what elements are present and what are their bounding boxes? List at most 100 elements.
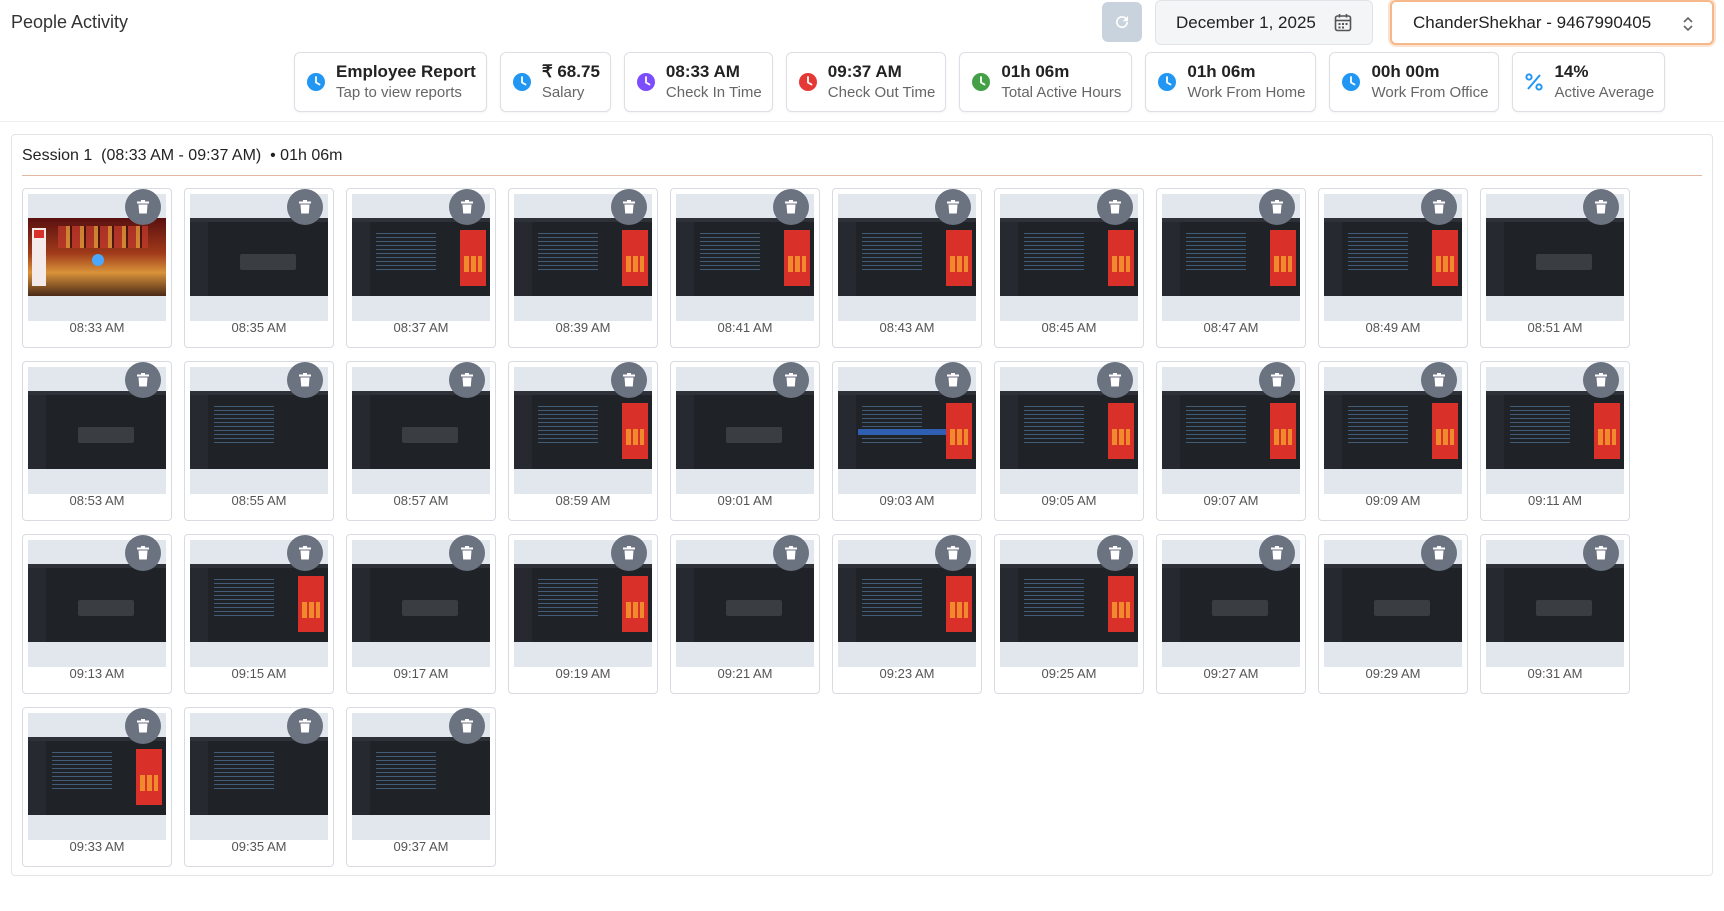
delete-screenshot-button[interactable] <box>773 362 809 398</box>
date-picker-button[interactable]: December 1, 2025 <box>1155 0 1373 45</box>
delete-screenshot-button[interactable] <box>611 362 647 398</box>
screenshot-image[interactable] <box>1324 564 1462 642</box>
screenshot-thumbnail[interactable]: 09:15 AM <box>184 534 334 694</box>
delete-screenshot-button[interactable] <box>287 189 323 225</box>
screenshot-image[interactable] <box>190 564 328 642</box>
screenshot-image[interactable] <box>1324 391 1462 469</box>
screenshot-thumbnail[interactable]: 09:11 AM <box>1480 361 1630 521</box>
delete-screenshot-button[interactable] <box>1583 362 1619 398</box>
delete-screenshot-button[interactable] <box>1583 189 1619 225</box>
screenshot-image[interactable] <box>1486 391 1624 469</box>
screenshot-image[interactable] <box>514 564 652 642</box>
screenshot-image[interactable] <box>838 218 976 296</box>
screenshot-image[interactable] <box>352 218 490 296</box>
delete-screenshot-button[interactable] <box>935 535 971 571</box>
screenshot-thumbnail[interactable]: 09:29 AM <box>1318 534 1468 694</box>
delete-screenshot-button[interactable] <box>935 189 971 225</box>
screenshot-thumbnail[interactable]: 08:41 AM <box>670 188 820 348</box>
screenshot-thumbnail[interactable]: 08:49 AM <box>1318 188 1468 348</box>
delete-screenshot-button[interactable] <box>449 362 485 398</box>
screenshot-image[interactable] <box>352 391 490 469</box>
refresh-button[interactable] <box>1102 2 1142 42</box>
screenshot-thumbnail[interactable]: 08:35 AM <box>184 188 334 348</box>
screenshot-image[interactable] <box>514 218 652 296</box>
delete-screenshot-button[interactable] <box>773 189 809 225</box>
screenshot-thumbnail[interactable]: 08:39 AM <box>508 188 658 348</box>
screenshot-thumbnail[interactable]: 09:13 AM <box>22 534 172 694</box>
delete-screenshot-button[interactable] <box>935 362 971 398</box>
delete-screenshot-button[interactable] <box>125 535 161 571</box>
user-select[interactable]: ChanderShekhar - 9467990405 <box>1390 0 1714 45</box>
screenshot-thumbnail[interactable]: 08:57 AM <box>346 361 496 521</box>
screenshot-thumbnail[interactable]: 09:25 AM <box>994 534 1144 694</box>
screenshot-thumbnail[interactable]: 09:01 AM <box>670 361 820 521</box>
screenshot-thumbnail[interactable]: 09:09 AM <box>1318 361 1468 521</box>
screenshot-image[interactable] <box>190 737 328 815</box>
delete-screenshot-button[interactable] <box>1097 189 1133 225</box>
screenshot-thumbnail[interactable]: 08:55 AM <box>184 361 334 521</box>
screenshot-image[interactable] <box>352 564 490 642</box>
screenshot-thumbnail[interactable]: 09:37 AM <box>346 707 496 867</box>
screenshot-thumbnail[interactable]: 09:19 AM <box>508 534 658 694</box>
screenshot-image[interactable] <box>1000 564 1138 642</box>
screenshot-thumbnail[interactable]: 09:31 AM <box>1480 534 1630 694</box>
delete-screenshot-button[interactable] <box>449 189 485 225</box>
delete-screenshot-button[interactable] <box>449 708 485 744</box>
screenshot-thumbnail[interactable]: 08:47 AM <box>1156 188 1306 348</box>
delete-screenshot-button[interactable] <box>1421 362 1457 398</box>
screenshot-image[interactable] <box>838 391 976 469</box>
screenshot-image[interactable] <box>1162 564 1300 642</box>
screenshot-thumbnail[interactable]: 08:33 AM <box>22 188 172 348</box>
screenshot-image[interactable] <box>352 737 490 815</box>
delete-screenshot-button[interactable] <box>611 189 647 225</box>
screenshot-thumbnail[interactable]: 08:43 AM <box>832 188 982 348</box>
screenshot-thumbnail[interactable]: 08:51 AM <box>1480 188 1630 348</box>
employee-report-card[interactable]: Employee Report Tap to view reports <box>294 52 487 112</box>
delete-screenshot-button[interactable] <box>1097 362 1133 398</box>
screenshot-image[interactable] <box>1000 391 1138 469</box>
screenshot-thumbnail[interactable]: 09:03 AM <box>832 361 982 521</box>
screenshot-thumbnail[interactable]: 09:17 AM <box>346 534 496 694</box>
delete-screenshot-button[interactable] <box>1421 189 1457 225</box>
screenshot-thumbnail[interactable]: 09:07 AM <box>1156 361 1306 521</box>
delete-screenshot-button[interactable] <box>1421 535 1457 571</box>
screenshot-thumbnail[interactable]: 08:37 AM <box>346 188 496 348</box>
screenshot-thumbnail[interactable]: 09:23 AM <box>832 534 982 694</box>
delete-screenshot-button[interactable] <box>449 535 485 571</box>
screenshot-image[interactable] <box>514 391 652 469</box>
delete-screenshot-button[interactable] <box>125 362 161 398</box>
screenshot-image[interactable] <box>676 391 814 469</box>
screenshot-thumbnail[interactable]: 09:21 AM <box>670 534 820 694</box>
screenshot-thumbnail[interactable]: 08:59 AM <box>508 361 658 521</box>
screenshot-image[interactable] <box>1486 564 1624 642</box>
screenshot-image[interactable] <box>28 564 166 642</box>
delete-screenshot-button[interactable] <box>287 362 323 398</box>
delete-screenshot-button[interactable] <box>611 535 647 571</box>
screenshot-thumbnail[interactable]: 08:45 AM <box>994 188 1144 348</box>
screenshot-thumbnail[interactable]: 09:35 AM <box>184 707 334 867</box>
screenshot-image[interactable] <box>190 391 328 469</box>
delete-screenshot-button[interactable] <box>287 708 323 744</box>
screenshot-thumbnail[interactable]: 09:05 AM <box>994 361 1144 521</box>
screenshot-image[interactable] <box>1324 218 1462 296</box>
screenshot-thumbnail[interactable]: 09:33 AM <box>22 707 172 867</box>
screenshot-image[interactable] <box>676 218 814 296</box>
screenshot-image[interactable] <box>28 391 166 469</box>
delete-screenshot-button[interactable] <box>1259 535 1295 571</box>
delete-screenshot-button[interactable] <box>1259 362 1295 398</box>
delete-screenshot-button[interactable] <box>287 535 323 571</box>
screenshot-thumbnail[interactable]: 09:27 AM <box>1156 534 1306 694</box>
delete-screenshot-button[interactable] <box>125 708 161 744</box>
screenshot-image[interactable] <box>28 218 166 296</box>
delete-screenshot-button[interactable] <box>125 189 161 225</box>
delete-screenshot-button[interactable] <box>1097 535 1133 571</box>
screenshot-image[interactable] <box>28 737 166 815</box>
screenshot-image[interactable] <box>1000 218 1138 296</box>
delete-screenshot-button[interactable] <box>773 535 809 571</box>
screenshot-image[interactable] <box>676 564 814 642</box>
screenshot-image[interactable] <box>1162 218 1300 296</box>
screenshot-image[interactable] <box>1486 218 1624 296</box>
screenshot-thumbnail[interactable]: 08:53 AM <box>22 361 172 521</box>
screenshot-image[interactable] <box>1162 391 1300 469</box>
delete-screenshot-button[interactable] <box>1259 189 1295 225</box>
